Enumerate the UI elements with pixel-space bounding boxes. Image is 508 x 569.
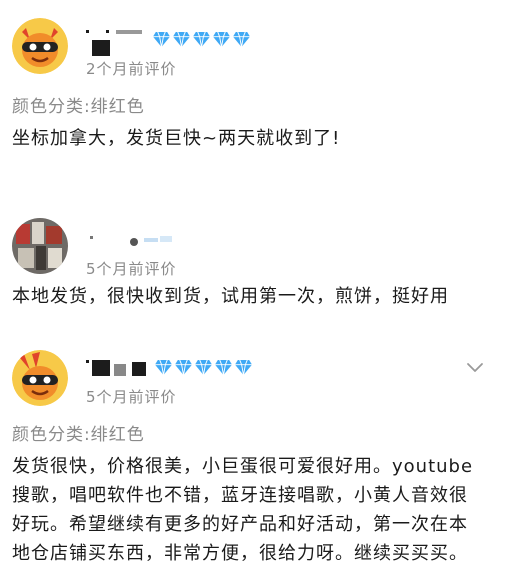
diamond-icon	[193, 31, 210, 47]
avatar[interactable]	[12, 218, 68, 274]
faint-watermark	[196, 264, 201, 282]
user-level-badge	[152, 31, 251, 48]
minion-avatar-icon	[12, 18, 68, 74]
diamond-icon	[173, 31, 190, 47]
username-row	[86, 26, 251, 56]
review-item: 5个月前评价 颜色分类:绯红色 发货很快，价格很美，小巨蛋很可爱很好用。yout…	[0, 340, 508, 569]
review-content-line: 地仓店铺买东西，非常方便，很给力呀。继续买买买。	[12, 543, 468, 564]
username[interactable]	[86, 30, 146, 56]
photo-avatar	[12, 218, 68, 274]
review-content-line: 搜歌，唱吧软件也不错，蓝牙连接唱歌，小黄人音效很	[12, 485, 468, 506]
review-item: 2个月前评价 颜色分类:绯红色 坐标加拿大，发货巨快~两天就收到了!	[0, 0, 508, 180]
diamond-icon	[213, 31, 230, 47]
user-level-badge	[154, 359, 253, 376]
username-row	[86, 354, 253, 380]
username[interactable]	[86, 230, 176, 248]
chevron-down-icon[interactable]	[464, 356, 486, 378]
review-content-line: 发货很快，价格很美，小巨蛋很可爱很好用。youtube	[12, 456, 474, 477]
review-item: 5个月前评价 本地发货，很快收到货，试用第一次，煎饼，挺好用	[0, 180, 508, 340]
diamond-icon	[155, 359, 172, 375]
review-content: 本地发货，很快收到货，试用第一次，煎饼，挺好用	[12, 286, 449, 307]
diamond-icon	[235, 359, 252, 375]
review-content-line: 好玩。希望继续有更多的好产品和好活动，第一次在本	[12, 514, 468, 535]
diamond-icon	[233, 31, 250, 47]
avatar[interactable]	[12, 18, 68, 74]
review-content: 发货很快，价格很美，小巨蛋很可爱很好用。youtube 搜歌，唱吧软件也不错，蓝…	[12, 452, 504, 568]
username-row	[86, 226, 176, 252]
review-time: 5个月前评价	[86, 260, 177, 278]
minion-avatar-icon	[12, 350, 68, 406]
review-sku: 颜色分类:绯红色	[12, 425, 145, 445]
diamond-icon	[175, 359, 192, 375]
diamond-icon	[195, 359, 212, 375]
review-content: 坐标加拿大，发货巨快~两天就收到了!	[12, 128, 341, 149]
username[interactable]	[86, 358, 148, 376]
diamond-icon	[215, 359, 232, 375]
avatar[interactable]	[12, 350, 68, 406]
review-time: 2个月前评价	[86, 60, 177, 78]
review-time: 5个月前评价	[86, 388, 177, 406]
diamond-icon	[153, 31, 170, 47]
review-sku: 颜色分类:绯红色	[12, 97, 145, 117]
